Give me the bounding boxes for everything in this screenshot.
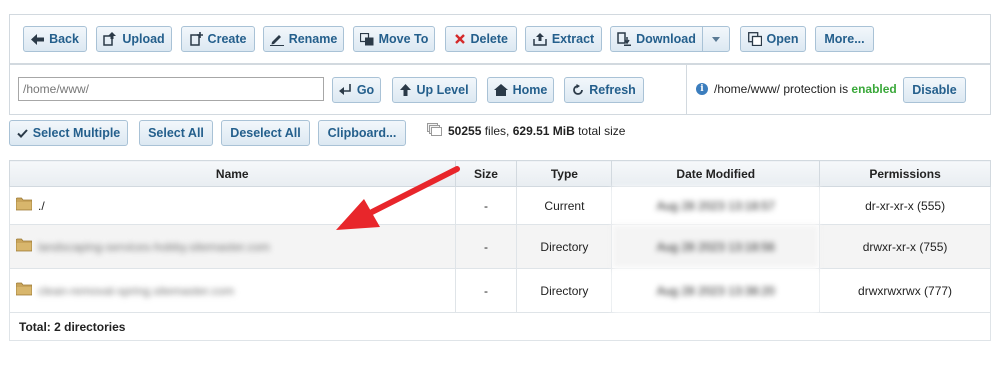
file-size: - xyxy=(454,186,518,225)
header-name[interactable]: Name xyxy=(9,160,456,187)
file-type: Directory xyxy=(516,224,613,269)
file-date-modified: Aug 28 2023 13:18:57 xyxy=(611,186,821,225)
stacked-files-icon xyxy=(427,123,442,139)
home-button[interactable]: Home xyxy=(487,77,554,103)
file-summary: 50255 files, 629.51 MiB total size xyxy=(427,123,625,139)
refresh-label: Refresh xyxy=(589,83,636,97)
info-icon: i xyxy=(696,83,708,95)
disable-label: Disable xyxy=(912,83,957,97)
select-multiple-button[interactable]: Select Multiple xyxy=(9,120,128,146)
move-icon xyxy=(359,32,374,46)
table-footer-row: Total: 2 directories xyxy=(9,312,991,341)
create-label: Create xyxy=(207,32,247,46)
file-name[interactable]: ./ xyxy=(38,199,45,213)
home-label: Home xyxy=(512,83,548,97)
table-total: Total: 2 directories xyxy=(9,312,991,341)
refresh-button[interactable]: Refresh xyxy=(564,77,644,103)
download-button[interactable]: Download xyxy=(610,26,703,52)
header-permissions[interactable]: Permissions xyxy=(819,160,991,187)
select-multiple-label: Select Multiple xyxy=(32,126,121,140)
file-name[interactable]: landscaping-services-hobby.sitemaster.co… xyxy=(38,240,270,254)
go-arrow-icon xyxy=(338,83,352,97)
disable-button[interactable]: Disable xyxy=(903,77,966,103)
protection-status: i /home/www/ protection is enabled xyxy=(696,82,897,96)
protection-status-value: enabled xyxy=(851,82,897,96)
delete-button[interactable]: Delete xyxy=(445,26,517,52)
download-dropdown-button[interactable] xyxy=(702,26,730,52)
pencil-icon xyxy=(269,32,284,46)
file-name[interactable]: clean-removal-spring.sitemaster.com xyxy=(38,284,234,298)
more-button[interactable]: More... xyxy=(815,26,874,52)
folder-icon xyxy=(15,197,33,214)
upload-button[interactable]: Upload xyxy=(96,26,172,52)
open-button[interactable]: Open xyxy=(740,26,806,52)
file-date-modified: Aug 28 2023 13:38:20 xyxy=(611,268,821,313)
download-label: Download xyxy=(636,32,696,46)
upload-label: Upload xyxy=(122,32,165,46)
home-icon xyxy=(493,83,508,97)
deselect-all-button[interactable]: Deselect All xyxy=(221,120,310,146)
select-all-label: Select All xyxy=(148,126,204,140)
create-button[interactable]: Create xyxy=(181,26,255,52)
go-label: Go xyxy=(356,83,375,97)
up-level-button[interactable]: Up Level xyxy=(392,77,477,103)
extract-button[interactable]: Extract xyxy=(525,26,602,52)
table-row[interactable]: landscaping-services-hobby.sitemaster.co… xyxy=(9,224,991,269)
move-to-label: Move To xyxy=(378,32,429,46)
arrow-left-icon xyxy=(31,32,45,46)
rename-button[interactable]: Rename xyxy=(263,26,344,52)
header-type[interactable]: Type xyxy=(516,160,613,187)
select-all-button[interactable]: Select All xyxy=(139,120,213,146)
header-size[interactable]: Size xyxy=(454,160,518,187)
file-permissions[interactable]: drwxrwxrwx (777) xyxy=(819,268,991,313)
extract-icon xyxy=(533,32,547,46)
protection-text: /home/www/ protection is enabled xyxy=(714,82,897,96)
chevron-down-icon xyxy=(709,32,723,46)
file-size: - xyxy=(454,224,518,269)
deselect-all-label: Deselect All xyxy=(230,126,301,140)
table-header-row: Name Size Type Date Modified Permissions xyxy=(9,160,991,187)
file-permissions[interactable]: drwxr-xr-x (755) xyxy=(819,224,991,269)
create-icon xyxy=(189,32,203,46)
file-date-modified: Aug 28 2023 13:18:56 xyxy=(611,224,821,269)
arrow-up-icon xyxy=(400,83,412,97)
file-type: Directory xyxy=(516,268,613,313)
open-icon xyxy=(747,32,762,46)
path-input[interactable] xyxy=(18,77,324,101)
back-button[interactable]: Back xyxy=(23,26,87,52)
summary-text: 50255 files, 629.51 MiB total size xyxy=(448,124,626,138)
delete-label: Delete xyxy=(470,32,508,46)
delete-x-icon xyxy=(454,32,465,46)
file-table: Name Size Type Date Modified Permissions… xyxy=(9,160,991,341)
folder-icon xyxy=(15,282,33,299)
folder-icon xyxy=(15,238,33,255)
clipboard-label: Clipboard... xyxy=(327,126,397,140)
file-permissions[interactable]: dr-xr-xr-x (555) xyxy=(819,186,991,225)
go-button[interactable]: Go xyxy=(332,77,381,103)
checkmark-icon xyxy=(17,126,28,140)
table-row[interactable]: ./ - Current Aug 28 2023 13:18:57 dr-xr-… xyxy=(9,186,991,225)
rename-label: Rename xyxy=(288,32,338,46)
extract-label: Extract xyxy=(551,32,595,46)
up-level-label: Up Level xyxy=(416,83,469,97)
more-label: More... xyxy=(824,32,865,46)
move-to-button[interactable]: Move To xyxy=(353,26,435,52)
refresh-icon xyxy=(572,83,584,97)
download-icon xyxy=(617,32,632,46)
table-row[interactable]: clean-removal-spring.sitemaster.com - Di… xyxy=(9,268,991,313)
file-size: - xyxy=(454,268,518,313)
file-type: Current xyxy=(516,186,613,225)
open-label: Open xyxy=(766,32,799,46)
header-date-modified[interactable]: Date Modified xyxy=(611,160,821,187)
upload-icon xyxy=(103,32,117,46)
back-label: Back xyxy=(49,32,79,46)
clipboard-button[interactable]: Clipboard... xyxy=(318,120,406,146)
